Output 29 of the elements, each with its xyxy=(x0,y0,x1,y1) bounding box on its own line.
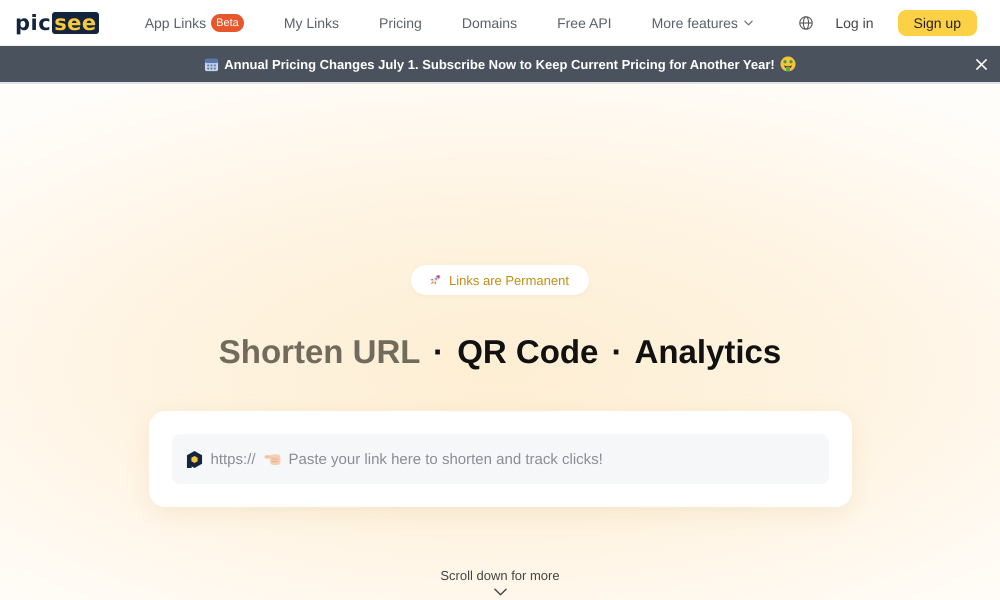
scroll-hint: Scroll down for more xyxy=(440,568,560,583)
url-prefix: https:// xyxy=(210,450,256,468)
pointing-hand-icon xyxy=(264,452,281,466)
tag-label: Links are Permanent xyxy=(449,272,569,288)
chevron-down-icon xyxy=(744,20,753,26)
nav-dropdown[interactable]: More features xyxy=(652,14,753,30)
emoji-face-icon xyxy=(780,56,796,72)
nav-link[interactable]: Pricing xyxy=(379,14,422,30)
chevron-down-icon[interactable] xyxy=(494,588,506,596)
url-text-input[interactable]: Paste your link here to shorten and track clicks! xyxy=(288,448,814,470)
beta-badge: Beta xyxy=(211,14,244,32)
headline-separator: · xyxy=(432,333,446,370)
login-link[interactable]: Log in xyxy=(835,14,874,30)
announcement-text: Annual Pricing Changes July 1. Subscribe Now to Keep Current Pricing for Another Year! xyxy=(224,56,775,72)
nav-link[interactable]: My Links xyxy=(284,14,340,30)
nav-link[interactable]: App Links xyxy=(144,14,206,30)
headline-phrase: Shorten URL xyxy=(218,333,420,370)
logo-icon xyxy=(186,450,202,468)
headline-phrase: Analytics xyxy=(634,333,782,370)
nav-link[interactable]: Domains xyxy=(462,14,518,30)
close-icon xyxy=(976,59,987,70)
headline-separator: · xyxy=(610,333,624,370)
rocket-icon xyxy=(428,273,442,287)
close-button[interactable] xyxy=(973,56,990,73)
nav-link[interactable]: Free API xyxy=(557,14,612,30)
signup-button[interactable]: Sign up xyxy=(898,10,977,36)
calendar-icon xyxy=(204,56,220,72)
globe-icon[interactable] xyxy=(799,16,814,30)
headline-phrase: QR Code xyxy=(457,333,598,370)
